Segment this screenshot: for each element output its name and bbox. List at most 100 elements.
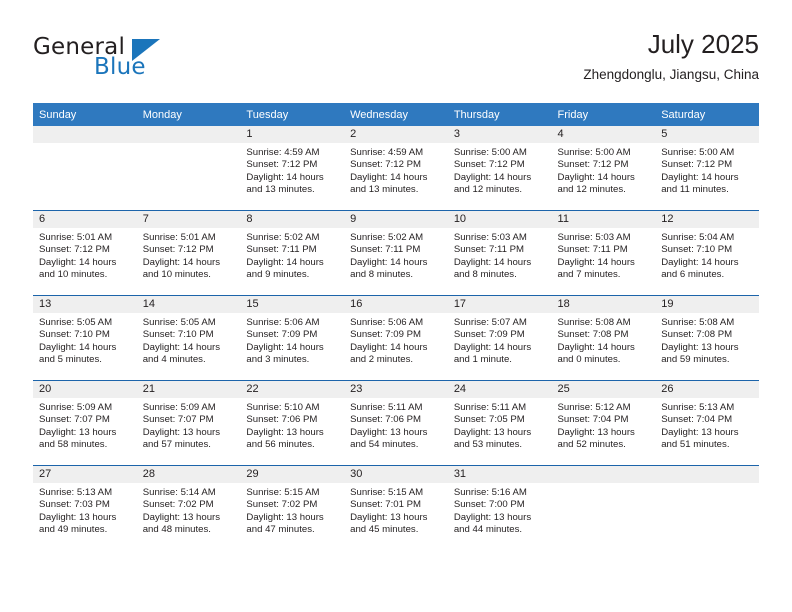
- calendar-week-row: 1 Sunrise: 4:59 AM Sunset: 7:12 PM Daylight…: [33, 126, 759, 211]
- calendar-day-cell[interactable]: 10 Sunrise: 5:03 AM Sunset: 7:11 PM Dayligh…: [447, 210, 552, 296]
- calendar-day-cell[interactable]: 14 Sunrise: 5:05 AM Sunset: 7:10 PM Dayligh…: [136, 295, 241, 381]
- day-cell-inner: 26 Sunrise: 5:13 AM Sunset: 7:04 PM Dayligh…: [655, 381, 759, 465]
- calendar-day-cell[interactable]: 12 Sunrise: 5:04 AM Sunset: 7:10 PM Dayligh…: [655, 210, 759, 296]
- calendar-day-cell[interactable]: 19 Sunrise: 5:08 AM Sunset: 7:08 PM Dayligh…: [655, 295, 759, 381]
- day-detail-daylight-line2: and 49 minutes.: [39, 523, 108, 535]
- calendar-day-cell[interactable]: 23 Sunrise: 5:11 AM Sunset: 7:06 PM Dayligh…: [344, 380, 448, 466]
- calendar-day-cell[interactable]: 18 Sunrise: 5:08 AM Sunset: 7:08 PM Dayligh…: [551, 295, 656, 381]
- day-detail-sunset: Sunset: 7:12 PM: [39, 244, 110, 256]
- day-detail-sunset: Sunset: 7:04 PM: [661, 414, 733, 426]
- calendar-day-cell[interactable]: 8 Sunrise: 5:02 AM Sunset: 7:11 PM Daylight…: [240, 210, 345, 296]
- day-detail-sunset: Sunset: 7:10 PM: [142, 329, 214, 341]
- calendar-day-cell[interactable]: 27 Sunrise: 5:13 AM Sunset: 7:03 PM Dayligh…: [33, 465, 137, 550]
- calendar-day-cell[interactable]: 20 Sunrise: 5:09 AM Sunset: 7:07 PM Dayligh…: [33, 380, 137, 466]
- day-details: Sunrise: 5:02 AM Sunset: 7:11 PM Daylight:…: [344, 228, 448, 281]
- day-details: Sunrise: 5:05 AM Sunset: 7:10 PM Daylight:…: [137, 313, 241, 366]
- day-detail-daylight-line2: and 5 minutes.: [39, 353, 102, 365]
- calendar-day-cell[interactable]: 16 Sunrise: 5:06 AM Sunset: 7:09 PM Dayligh…: [344, 295, 448, 381]
- weekday-header-tuesday: Tuesday: [240, 103, 345, 126]
- calendar-day-cell[interactable]: 9 Sunrise: 5:02 AM Sunset: 7:11 PM Daylight…: [344, 210, 448, 296]
- calendar-day-cell[interactable]: 17 Sunrise: 5:07 AM Sunset: 7:09 PM Dayligh…: [447, 295, 552, 381]
- day-detail-sunset: Sunset: 7:01 PM: [350, 499, 422, 511]
- calendar-day-cell[interactable]: 22 Sunrise: 5:10 AM Sunset: 7:06 PM Dayligh…: [240, 380, 345, 466]
- day-detail-daylight-line1: Daylight: 14 hours: [350, 256, 428, 268]
- day-number: 31: [447, 466, 552, 483]
- day-detail-sunrise: Sunrise: 5:05 AM: [39, 317, 113, 328]
- day-cell-inner: [33, 126, 137, 210]
- day-detail-daylight-line1: Daylight: 14 hours: [246, 256, 324, 268]
- day-details: Sunrise: 4:59 AM Sunset: 7:12 PM Daylight:…: [240, 143, 344, 196]
- calendar-day-cell[interactable]: 21 Sunrise: 5:09 AM Sunset: 7:07 PM Dayligh…: [136, 380, 241, 466]
- day-detail-daylight-line1: Daylight: 14 hours: [453, 256, 532, 268]
- calendar-day-cell[interactable]: 29 Sunrise: 5:15 AM Sunset: 7:02 PM Dayligh…: [240, 465, 345, 550]
- day-number: 19: [655, 296, 759, 313]
- calendar-day-cell[interactable]: 26 Sunrise: 5:13 AM Sunset: 7:04 PM Dayligh…: [655, 380, 759, 466]
- day-cell-inner: 23 Sunrise: 5:11 AM Sunset: 7:06 PM Dayligh…: [344, 381, 448, 465]
- day-detail-sunset: Sunset: 7:09 PM: [350, 329, 422, 341]
- day-detail-daylight-line2: and 13 minutes.: [350, 183, 419, 195]
- weekday-header-saturday: Saturday: [655, 103, 759, 126]
- day-number: 13: [33, 296, 137, 313]
- day-detail-daylight-line2: and 58 minutes.: [39, 438, 108, 450]
- calendar-day-cell[interactable]: 30 Sunrise: 5:15 AM Sunset: 7:01 PM Dayligh…: [344, 465, 448, 550]
- day-details: Sunrise: 5:07 AM Sunset: 7:09 PM Daylight:…: [448, 313, 552, 366]
- day-details: Sunrise: 5:06 AM Sunset: 7:09 PM Daylight:…: [240, 313, 344, 366]
- calendar-day-cell[interactable]: 3 Sunrise: 5:00 AM Sunset: 7:12 PM Daylight…: [447, 126, 552, 211]
- day-cell-inner: 8 Sunrise: 5:02 AM Sunset: 7:11 PM Daylight…: [240, 211, 345, 295]
- day-detail-daylight-line1: Daylight: 14 hours: [142, 256, 221, 268]
- calendar-day-cell[interactable]: 2 Sunrise: 4:59 AM Sunset: 7:12 PM Daylight…: [344, 126, 448, 211]
- day-detail-daylight-line1: Daylight: 13 hours: [661, 426, 739, 438]
- day-detail-sunset: Sunset: 7:06 PM: [246, 414, 318, 426]
- calendar-day-cell[interactable]: 25 Sunrise: 5:12 AM Sunset: 7:04 PM Dayligh…: [551, 380, 656, 466]
- calendar-day-cell[interactable]: 15 Sunrise: 5:06 AM Sunset: 7:09 PM Dayligh…: [240, 295, 345, 381]
- day-detail-daylight-line1: Daylight: 14 hours: [557, 256, 635, 268]
- page-header: General Blue July 2025 Zhengdonglu, Jian…: [33, 28, 759, 98]
- calendar-day-cell[interactable]: 28 Sunrise: 5:14 AM Sunset: 7:02 PM Dayligh…: [136, 465, 241, 550]
- calendar-day-cell[interactable]: 6 Sunrise: 5:01 AM Sunset: 7:12 PM Daylight…: [33, 210, 137, 296]
- day-detail-daylight-line2: and 48 minutes.: [142, 523, 211, 535]
- day-cell-inner: 20 Sunrise: 5:09 AM Sunset: 7:07 PM Dayligh…: [33, 381, 137, 465]
- calendar-day-cell[interactable]: 5 Sunrise: 5:00 AM Sunset: 7:12 PM Daylight…: [655, 126, 759, 211]
- calendar-day-cell[interactable]: 1 Sunrise: 4:59 AM Sunset: 7:12 PM Daylight…: [240, 126, 345, 211]
- day-detail-daylight-line1: Daylight: 14 hours: [350, 341, 428, 353]
- day-cell-inner: 31 Sunrise: 5:16 AM Sunset: 7:00 PM Dayligh…: [447, 466, 552, 550]
- day-detail-sunset: Sunset: 7:03 PM: [39, 499, 110, 511]
- calendar-day-cell[interactable]: 4 Sunrise: 5:00 AM Sunset: 7:12 PM Daylight…: [551, 126, 656, 211]
- day-details: Sunrise: 5:09 AM Sunset: 7:07 PM Daylight:…: [137, 398, 241, 451]
- day-detail-daylight-line1: Daylight: 14 hours: [661, 171, 739, 183]
- day-detail-sunrise: Sunrise: 5:00 AM: [453, 147, 527, 158]
- day-number: 29: [240, 466, 345, 483]
- day-detail-daylight-line1: Daylight: 13 hours: [453, 426, 532, 438]
- day-details: Sunrise: 5:14 AM Sunset: 7:02 PM Daylight:…: [137, 483, 241, 536]
- day-detail-daylight-line1: Daylight: 14 hours: [39, 256, 117, 268]
- day-detail-daylight-line1: Daylight: 14 hours: [453, 171, 532, 183]
- calendar-day-cell[interactable]: 24 Sunrise: 5:11 AM Sunset: 7:05 PM Dayligh…: [447, 380, 552, 466]
- day-detail-sunset: Sunset: 7:05 PM: [453, 414, 525, 426]
- day-detail-daylight-line2: and 8 minutes.: [350, 268, 414, 280]
- calendar-day-cell[interactable]: 13 Sunrise: 5:05 AM Sunset: 7:10 PM Dayligh…: [33, 295, 137, 381]
- day-detail-sunrise: Sunrise: 5:09 AM: [39, 402, 113, 413]
- day-detail-sunrise: Sunrise: 5:14 AM: [142, 487, 216, 498]
- day-number: [551, 466, 656, 483]
- day-detail-daylight-line1: Daylight: 14 hours: [557, 171, 635, 183]
- day-detail-daylight-line1: Daylight: 13 hours: [246, 426, 324, 438]
- calendar-day-cell[interactable]: 7 Sunrise: 5:01 AM Sunset: 7:12 PM Daylight…: [136, 210, 241, 296]
- day-detail-sunset: Sunset: 7:07 PM: [142, 414, 214, 426]
- weekday-header-sunday: Sunday: [33, 103, 137, 126]
- day-detail-sunset: Sunset: 7:11 PM: [350, 244, 421, 256]
- day-details: Sunrise: 5:16 AM Sunset: 7:00 PM Daylight:…: [448, 483, 552, 536]
- day-cell-inner: 7 Sunrise: 5:01 AM Sunset: 7:12 PM Daylight…: [136, 211, 241, 295]
- day-cell-inner: 2 Sunrise: 4:59 AM Sunset: 7:12 PM Daylight…: [344, 126, 448, 210]
- day-detail-daylight-line1: Daylight: 13 hours: [39, 511, 117, 523]
- day-cell-inner: 17 Sunrise: 5:07 AM Sunset: 7:09 PM Dayligh…: [447, 296, 552, 380]
- calendar-day-cell[interactable]: 31 Sunrise: 5:16 AM Sunset: 7:00 PM Dayligh…: [447, 465, 552, 550]
- day-number: 4: [551, 126, 656, 143]
- logo-text-blue: Blue: [94, 54, 146, 80]
- calendar-day-cell[interactable]: 11 Sunrise: 5:03 AM Sunset: 7:11 PM Dayligh…: [551, 210, 656, 296]
- day-detail-daylight-line2: and 11 minutes.: [661, 183, 729, 195]
- day-details: Sunrise: 5:00 AM Sunset: 7:12 PM Daylight:…: [655, 143, 759, 196]
- day-detail-daylight-line1: Daylight: 14 hours: [661, 256, 739, 268]
- day-number: 1: [240, 126, 345, 143]
- day-detail-daylight-line1: Daylight: 14 hours: [246, 341, 324, 353]
- calendar-week-row: 27 Sunrise: 5:13 AM Sunset: 7:03 PM Dayligh…: [33, 465, 759, 550]
